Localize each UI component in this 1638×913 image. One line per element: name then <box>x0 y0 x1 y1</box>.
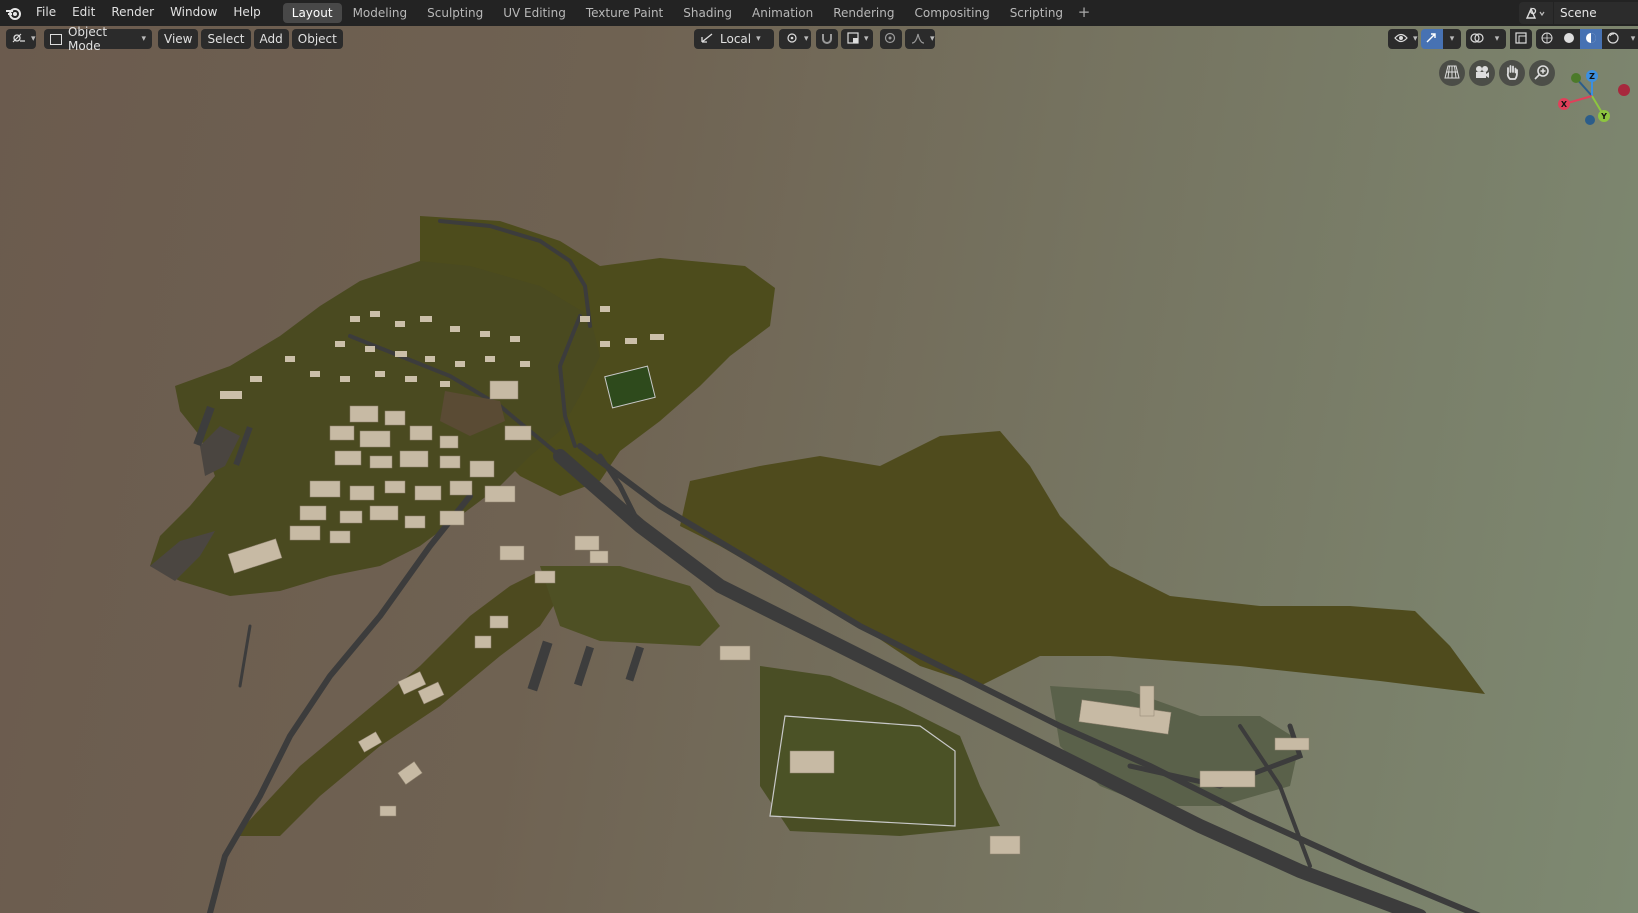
transform-orientation-label: Local <box>720 32 752 46</box>
chevron-down-icon: ▾ <box>141 34 146 44</box>
perspective-grid-icon <box>1444 65 1460 82</box>
orientation-icon <box>700 32 714 47</box>
object-mode-icon <box>50 33 62 45</box>
gizmo-icon <box>1425 32 1439 47</box>
gizmo-toggle[interactable] <box>1421 29 1443 49</box>
overlays-dropdown[interactable]: ▾ <box>1488 29 1506 49</box>
tab-compositing[interactable]: Compositing <box>905 3 998 23</box>
mode-group: Object Mode ▾ <box>44 26 155 53</box>
top-bar: File Edit Render Window Help Layout Mode… <box>0 0 1638 26</box>
pivot-point-dropdown[interactable]: ▾ <box>779 29 811 49</box>
menu-object[interactable]: Object <box>291 29 343 49</box>
3d-viewport[interactable]: ▾ Object Mode ▾ View Select Add Object L… <box>0 26 1638 913</box>
solid-sphere-icon <box>1563 32 1575 47</box>
shading-solid-button[interactable] <box>1558 29 1580 49</box>
chevron-down-icon: ▾ <box>756 34 761 44</box>
blender-logo-icon[interactable] <box>0 0 28 26</box>
viewport-header: ▾ Object Mode ▾ View Select Add Object L… <box>0 26 1638 53</box>
chevron-down-icon: ▾ <box>864 34 869 44</box>
gizmo-y-label: Y <box>1600 112 1607 121</box>
eye-icon <box>1394 32 1408 46</box>
gizmo-neg-z <box>1585 115 1595 125</box>
menu-file[interactable]: File <box>28 0 64 26</box>
shading-dropdown[interactable]: ▾ <box>1624 29 1638 49</box>
editor-type-group: ▾ <box>6 29 39 49</box>
pivot-icon <box>785 32 799 47</box>
gizmo-x-label: X <box>1561 100 1568 109</box>
chevron-down-icon: ▾ <box>1494 34 1500 44</box>
scene-icon[interactable] <box>1519 2 1553 24</box>
pan-view-button[interactable] <box>1499 60 1525 86</box>
magnet-icon <box>820 32 834 47</box>
overlays-icon <box>1470 32 1484 47</box>
scene-selector: Scene <box>1519 0 1638 26</box>
snap-target-dropdown[interactable]: ▾ <box>841 29 873 49</box>
menu-add[interactable]: Add <box>253 29 289 49</box>
chevron-down-icon: ▾ <box>1449 34 1455 44</box>
object-mode-label: Object Mode <box>67 26 108 53</box>
proportional-editing-icon <box>884 32 896 47</box>
tab-scripting[interactable]: Scripting <box>1001 3 1072 23</box>
chevron-down-icon: ▾ <box>804 34 809 44</box>
chevron-down-icon: ▾ <box>1413 34 1418 44</box>
snap-target-icon <box>847 31 859 47</box>
add-workspace-button[interactable]: + <box>1074 3 1094 23</box>
menu-window[interactable]: Window <box>162 0 225 26</box>
tab-sculpting[interactable]: Sculpting <box>418 3 492 23</box>
perspective-toggle-button[interactable] <box>1439 60 1465 86</box>
gizmo-neg-x <box>1618 84 1630 96</box>
tab-layout[interactable]: Layout <box>282 3 342 23</box>
gizmo-z-label: Z <box>1589 72 1595 81</box>
gizmo-neg-y <box>1571 73 1581 83</box>
wireframe-sphere-icon <box>1541 32 1553 47</box>
scene-name-field[interactable]: Scene <box>1554 2 1638 24</box>
transform-orientation-dropdown[interactable]: Local ▾ <box>694 29 774 49</box>
menu-edit[interactable]: Edit <box>64 0 103 26</box>
falloff-curve-icon <box>911 32 925 47</box>
scene-render <box>150 216 1485 913</box>
chevron-down-icon: ▾ <box>1630 34 1636 44</box>
viewport-display-group: ▾ ▾ ▾ ▾ <box>1388 29 1638 49</box>
rendered-sphere-icon <box>1607 31 1619 47</box>
menu-render[interactable]: Render <box>103 0 162 26</box>
overlays-toggle[interactable] <box>1466 29 1488 49</box>
gizmo-dropdown[interactable]: ▾ <box>1443 29 1461 49</box>
terrain-east-hill <box>680 431 1485 694</box>
proportional-editing-toggle[interactable] <box>880 29 902 49</box>
3d-viewport-icon <box>12 32 26 47</box>
editor-type-button[interactable]: ▾ <box>6 29 36 49</box>
tab-modeling[interactable]: Modeling <box>344 3 417 23</box>
header-menus: View Select Add Object <box>158 29 346 49</box>
shading-rendered-button[interactable] <box>1602 29 1624 49</box>
tab-uv-editing[interactable]: UV Editing <box>494 3 575 23</box>
chevron-down-icon: ▾ <box>31 34 36 44</box>
transform-group: Local ▾ ▾ ▾ ▾ <box>694 29 938 49</box>
terrain-southwest <box>235 571 560 836</box>
hand-pan-icon <box>1504 64 1520 83</box>
tab-animation[interactable]: Animation <box>743 3 822 23</box>
camera-view-button[interactable] <box>1469 60 1495 86</box>
tab-texture-paint[interactable]: Texture Paint <box>577 3 672 23</box>
tab-rendering[interactable]: Rendering <box>824 3 903 23</box>
xray-icon <box>1515 31 1527 47</box>
menu-select[interactable]: Select <box>201 29 251 49</box>
terrain-south-field <box>540 566 720 646</box>
chevron-down-icon: ▾ <box>930 34 935 44</box>
shading-material-button[interactable] <box>1580 29 1602 49</box>
navigation-gizmo[interactable]: Z X Y <box>1548 66 1638 136</box>
falloff-dropdown[interactable]: ▾ <box>905 29 935 49</box>
material-sphere-icon <box>1585 32 1597 47</box>
tab-shading[interactable]: Shading <box>674 3 741 23</box>
shading-wireframe-button[interactable] <box>1536 29 1558 49</box>
menu-help[interactable]: Help <box>225 0 268 26</box>
workspace-tabs: Layout Modeling Sculpting UV Editing Tex… <box>282 0 1094 26</box>
visibility-dropdown[interactable]: ▾ <box>1388 29 1418 49</box>
camera-icon <box>1474 65 1490 82</box>
object-mode-dropdown[interactable]: Object Mode ▾ <box>44 26 152 53</box>
xray-toggle[interactable] <box>1510 29 1532 49</box>
menu-view[interactable]: View <box>158 29 199 49</box>
snap-toggle[interactable] <box>816 29 838 49</box>
